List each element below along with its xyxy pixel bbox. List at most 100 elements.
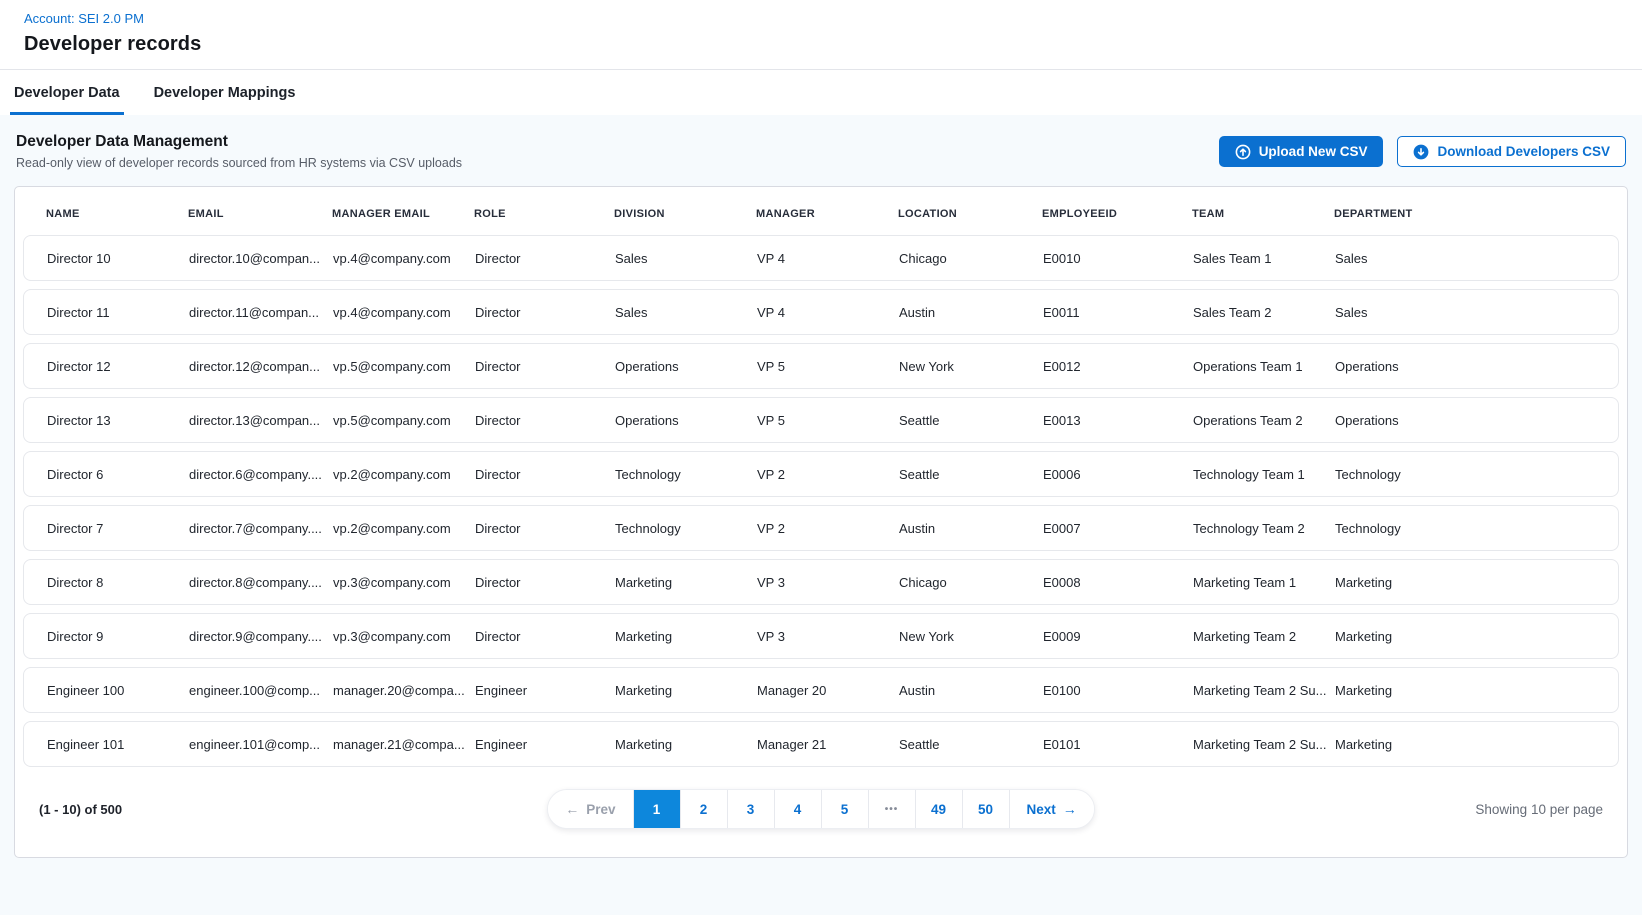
table-cell: vp.3@company.com <box>333 629 475 644</box>
table-cell: director.8@company.... <box>189 575 333 590</box>
table-cell: Marketing <box>615 575 757 590</box>
table-header-row: NAMEEMAILMANAGER EMAILROLEDIVISIONMANAGE… <box>15 187 1627 235</box>
prev-label: Prev <box>586 802 615 817</box>
table-cell: Technology <box>615 521 757 536</box>
table-cell: manager.20@compa... <box>333 683 475 698</box>
table-cell: VP 4 <box>757 251 899 266</box>
page-title: Developer records <box>24 33 1618 56</box>
table-row: Director 7director.7@company....vp.2@com… <box>23 505 1619 551</box>
table-cell: director.12@compan... <box>189 359 333 374</box>
table-cell: Marketing Team 2 Su... <box>1193 737 1335 752</box>
pagination-prev-button[interactable]: ← Prev <box>548 790 633 828</box>
table-cell: Engineer <box>475 737 615 752</box>
pagination-page-3[interactable]: 3 <box>728 790 775 828</box>
table-cell: Marketing <box>615 683 757 698</box>
pagination-page-4[interactable]: 4 <box>775 790 822 828</box>
table-cell: vp.3@company.com <box>333 575 475 590</box>
download-developers-csv-button[interactable]: Download Developers CSV <box>1397 136 1626 167</box>
table-cell: Operations <box>615 359 757 374</box>
table-cell: E0007 <box>1043 521 1193 536</box>
table-cell: Marketing <box>1335 629 1618 644</box>
download-button-label: Download Developers CSV <box>1437 144 1610 159</box>
column-header-employeeid: EMPLOYEEID <box>1042 208 1192 220</box>
table-cell: Director 10 <box>47 251 189 266</box>
table-cell: E0011 <box>1043 305 1193 320</box>
table-cell: VP 3 <box>757 629 899 644</box>
pagination-range-label: (1 - 10) of 500 <box>39 802 547 817</box>
pagination-page-49[interactable]: 49 <box>916 790 963 828</box>
left-arrow-icon: ← <box>565 802 579 816</box>
table-cell: Austin <box>899 521 1043 536</box>
table-cell: vp.5@company.com <box>333 413 475 428</box>
pagination-ellipsis: ••• <box>869 790 916 828</box>
table-row: Director 8director.8@company....vp.3@com… <box>23 559 1619 605</box>
table-row: Director 13director.13@compan...vp.5@com… <box>23 397 1619 443</box>
table-cell: New York <box>899 359 1043 374</box>
table-cell: VP 5 <box>757 413 899 428</box>
upload-new-csv-button[interactable]: Upload New CSV <box>1219 136 1384 167</box>
table-row: Director 11director.11@compan...vp.4@com… <box>23 289 1619 335</box>
upload-circle-arrow-icon <box>1235 144 1251 160</box>
table-cell: Austin <box>899 683 1043 698</box>
column-header-location: LOCATION <box>898 208 1042 220</box>
table-cell: E0010 <box>1043 251 1193 266</box>
table-cell: Director 11 <box>47 305 189 320</box>
table-row: Director 10director.10@compan...vp.4@com… <box>23 235 1619 281</box>
pagination-page-1[interactable]: 1 <box>634 790 681 828</box>
table-cell: Marketing Team 1 <box>1193 575 1335 590</box>
table-cell: E0008 <box>1043 575 1193 590</box>
table-cell: director.7@company.... <box>189 521 333 536</box>
table-cell: Director <box>475 305 615 320</box>
table-cell: Director 12 <box>47 359 189 374</box>
pagination-page-2[interactable]: 2 <box>681 790 728 828</box>
table-cell: E0006 <box>1043 467 1193 482</box>
table-cell: New York <box>899 629 1043 644</box>
table-cell: Engineer 101 <box>47 737 189 752</box>
tab-developer-data[interactable]: Developer Data <box>10 70 124 115</box>
table-cell: Marketing Team 2 <box>1193 629 1335 644</box>
right-arrow-icon: → <box>1063 802 1077 816</box>
section-subtitle: Read-only view of developer records sour… <box>16 156 462 170</box>
table-cell: director.11@compan... <box>189 305 333 320</box>
table-row: Director 9director.9@company....vp.3@com… <box>23 613 1619 659</box>
table-cell: E0009 <box>1043 629 1193 644</box>
tab-panel: Developer Data Management Read-only view… <box>0 115 1642 915</box>
account-breadcrumb-link[interactable]: Account: SEI 2.0 PM <box>24 11 144 26</box>
table-cell: Director 8 <box>47 575 189 590</box>
table-cell: VP 3 <box>757 575 899 590</box>
table-cell: Director <box>475 575 615 590</box>
table-cell: Seattle <box>899 737 1043 752</box>
table-cell: Engineer 100 <box>47 683 189 698</box>
table-cell: Technology Team 2 <box>1193 521 1335 536</box>
table-cell: Sales <box>1335 251 1618 266</box>
table-cell: E0100 <box>1043 683 1193 698</box>
table-row: Engineer 101engineer.101@comp...manager.… <box>23 721 1619 767</box>
table-cell: VP 2 <box>757 521 899 536</box>
tab-developer-mappings[interactable]: Developer Mappings <box>150 70 300 115</box>
developer-table-card: NAMEEMAILMANAGER EMAILROLEDIVISIONMANAGE… <box>14 186 1628 858</box>
section-title: Developer Data Management <box>16 133 462 151</box>
table-cell: Technology Team 1 <box>1193 467 1335 482</box>
table-cell: Manager 20 <box>757 683 899 698</box>
column-header-manager-email: MANAGER EMAIL <box>332 208 474 220</box>
csv-actions: Upload New CSV Download Developers CSV <box>1219 136 1626 167</box>
table-cell: Director <box>475 251 615 266</box>
table-cell: Technology <box>1335 467 1618 482</box>
table-cell: Director 13 <box>47 413 189 428</box>
table-cell: Marketing Team 2 Su... <box>1193 683 1335 698</box>
section-header-text: Developer Data Management Read-only view… <box>16 133 462 170</box>
column-header-division: DIVISION <box>614 208 756 220</box>
table-cell: Chicago <box>899 251 1043 266</box>
table-cell: vp.5@company.com <box>333 359 475 374</box>
upload-button-label: Upload New CSV <box>1259 144 1368 159</box>
column-header-email: EMAIL <box>188 208 332 220</box>
pager: ← Prev 12345•••4950Next→ <box>547 789 1095 829</box>
table-cell: Marketing <box>615 629 757 644</box>
pagination-next-button[interactable]: Next→ <box>1010 790 1094 828</box>
table-cell: Marketing <box>1335 575 1618 590</box>
table-cell: engineer.101@comp... <box>189 737 333 752</box>
pagination-page-50[interactable]: 50 <box>963 790 1010 828</box>
pagination-page-5[interactable]: 5 <box>822 790 869 828</box>
table-cell: Marketing <box>615 737 757 752</box>
table-cell: engineer.100@comp... <box>189 683 333 698</box>
